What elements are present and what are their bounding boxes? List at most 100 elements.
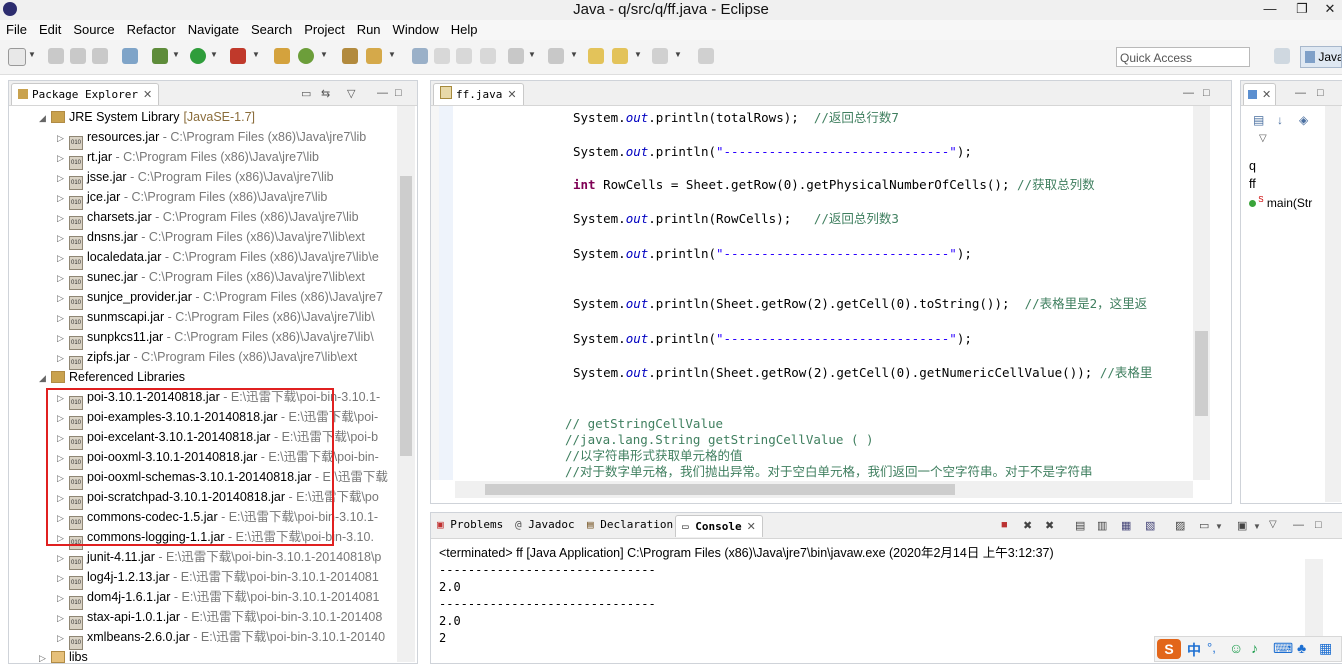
menu-file[interactable]: File — [0, 20, 33, 40]
jar-item[interactable]: ▷ 010 dnsns.jar - C:\Program Files (x86)\J… — [57, 227, 365, 250]
menu-navigate[interactable]: Navigate — [182, 20, 245, 40]
expanded-arrow-icon[interactable]: ◢ — [39, 368, 51, 388]
referenced-libraries[interactable]: ◢ Referenced Libraries — [39, 367, 185, 387]
clear-console-icon[interactable]: ▤ — [1075, 519, 1085, 532]
close-tab-icon[interactable]: ✕ — [507, 89, 516, 101]
code-line[interactable]: System.out.println("--------------------… — [573, 246, 972, 262]
new-icon[interactable] — [8, 48, 26, 66]
skin-icon[interactable]: ♣ — [1297, 640, 1306, 656]
menu-window[interactable]: Window — [387, 20, 445, 40]
java-perspective-button[interactable]: Java — [1300, 46, 1342, 68]
jar-item[interactable]: ▷ 010 sunjce_provider.jar - C:\Program Fil… — [57, 287, 383, 310]
outline-scrollbar[interactable] — [1325, 106, 1341, 502]
remove-all-launches-icon[interactable]: ✖ — [1045, 519, 1054, 532]
jar-item[interactable]: ▷ 010 charsets.jar - C:\Program Files (x86… — [57, 207, 359, 230]
tab-declaration[interactable]: ▤ Declaration — [587, 518, 673, 531]
collapsed-arrow-icon[interactable]: ▷ — [57, 568, 69, 588]
minimize-button[interactable]: — — [1256, 0, 1284, 18]
debug-icon[interactable] — [152, 48, 168, 64]
tab-problems[interactable]: ▣ Problems — [437, 518, 503, 531]
collapsed-arrow-icon[interactable]: ▷ — [57, 548, 69, 568]
close-tab-icon[interactable]: ✕ — [747, 521, 756, 533]
view-menu-icon[interactable]: ▽ — [1259, 133, 1267, 144]
tab-outline[interactable]: ✕ — [1243, 83, 1277, 105]
maximize-editor-icon[interactable]: □ — [1203, 87, 1210, 99]
link-with-editor-icon[interactable]: ⇆ — [321, 87, 330, 100]
view-menu-icon[interactable]: ▽ — [347, 87, 355, 100]
collapsed-arrow-icon[interactable]: ▷ — [57, 168, 69, 188]
back-icon[interactable] — [612, 48, 628, 64]
toggle-block-icon[interactable] — [434, 48, 450, 64]
last-edit-icon[interactable] — [588, 48, 604, 64]
minimize-view-icon[interactable]: — — [1293, 519, 1304, 531]
new-class-dropdown-icon[interactable]: ▼ — [320, 50, 328, 59]
tree-scrollbar[interactable] — [397, 106, 415, 662]
jar-item[interactable]: ▷ 010 sunpkcs11.jar - C:\Program Files (x8… — [57, 327, 374, 350]
code-line[interactable]: System.out.println(totalRows); //返回总行数7 — [573, 110, 899, 126]
terminate-icon[interactable]: ■ — [1001, 519, 1008, 531]
menu-project[interactable]: Project — [298, 20, 350, 40]
collapsed-arrow-icon[interactable]: ▷ — [57, 288, 69, 308]
editor-hscroll-thumb[interactable] — [485, 484, 955, 495]
save-all-icon[interactable] — [70, 48, 86, 64]
menu-search[interactable]: Search — [245, 20, 298, 40]
collapsed-arrow-icon[interactable]: ▷ — [57, 268, 69, 288]
ime-punctuation[interactable]: °, — [1207, 640, 1216, 655]
run-dropdown-icon[interactable]: ▼ — [210, 50, 218, 59]
run-icon[interactable] — [190, 48, 206, 64]
scroll-lock-icon[interactable]: ▥ — [1097, 519, 1107, 532]
minimize-editor-icon[interactable]: — — [1183, 87, 1194, 99]
minimize-view-icon[interactable]: — — [1295, 87, 1306, 99]
tab-package-explorer[interactable]: Package Explorer ✕ — [11, 83, 160, 105]
jar-item[interactable]: ▷ 010 sunec.jar - C:\Program Files (x86)\J… — [57, 267, 365, 290]
new-java-project-icon[interactable] — [274, 48, 290, 64]
toggle-mark-icon[interactable] — [412, 48, 428, 64]
new-class-icon[interactable] — [298, 48, 314, 64]
show-whitespace-icon[interactable] — [456, 48, 472, 64]
maximize-view-icon[interactable]: □ — [1317, 87, 1324, 99]
maximize-view-icon[interactable]: □ — [1315, 519, 1322, 531]
tree-scroll-thumb[interactable] — [400, 176, 412, 456]
editor-vscroll-thumb[interactable] — [1195, 331, 1208, 416]
menu-refactor[interactable]: Refactor — [121, 20, 182, 40]
jre-system-library[interactable]: ◢ JRE System Library [JavaSE-1.7] — [39, 107, 255, 127]
collapsed-arrow-icon[interactable]: ▷ — [57, 348, 69, 368]
close-button[interactable]: ✕ — [1316, 0, 1342, 18]
collapsed-arrow-icon[interactable]: ▷ — [57, 188, 69, 208]
collapsed-arrow-icon[interactable]: ▷ — [57, 608, 69, 628]
code-comment[interactable]: // getStringCellValue — [565, 416, 723, 432]
collapse-all-icon[interactable]: ▤ — [1253, 113, 1264, 127]
ime-language[interactable]: 中 — [1187, 640, 1201, 660]
collapsed-arrow-icon[interactable]: ▷ — [57, 228, 69, 248]
open-perspective-icon[interactable] — [1274, 48, 1290, 64]
editor-hscrollbar[interactable] — [455, 481, 1193, 498]
tab-ff-java[interactable]: ff.java ✕ — [433, 83, 524, 105]
code-line[interactable]: System.out.println("--------------------… — [573, 331, 972, 347]
save-icon[interactable] — [48, 48, 64, 64]
menu-source[interactable]: Source — [67, 20, 120, 40]
jar-item[interactable]: ▷ 010 xmlbeans-2.6.0.jar - E:\迅雷下载\poi-bin… — [57, 627, 385, 650]
collapsed-arrow-icon[interactable]: ▷ — [57, 588, 69, 608]
jar-item[interactable]: ▷ 010 zipfs.jar - C:\Program Files (x86)\J… — [57, 347, 357, 370]
microphone-icon[interactable]: ♪ — [1251, 640, 1258, 656]
menu-help[interactable]: Help — [445, 20, 484, 40]
quick-access-input[interactable]: Quick Access — [1116, 47, 1250, 67]
skip-breakpoints-icon[interactable] — [122, 48, 138, 64]
sort-icon[interactable]: ↓ — [1277, 113, 1283, 127]
outline-item-package[interactable]: q — [1249, 159, 1256, 173]
word-wrap-icon[interactable]: ▦ — [1121, 519, 1131, 532]
editor-vscrollbar[interactable] — [1193, 106, 1210, 480]
libs-folder[interactable]: ▷ libs — [39, 647, 88, 663]
display-console-dropdown-icon[interactable]: ▼ — [1215, 522, 1223, 531]
toolbox-icon[interactable]: ▦ — [1319, 640, 1332, 657]
collapsed-arrow-icon[interactable]: ▷ — [57, 628, 69, 648]
forward-icon[interactable] — [652, 48, 668, 64]
collapsed-arrow-icon[interactable]: ▷ — [57, 308, 69, 328]
code-line[interactable]: System.out.println(Sheet.getRow(2).getCe… — [573, 365, 1152, 381]
toggle-breadcrumb-icon[interactable] — [480, 48, 496, 64]
print-icon[interactable] — [92, 48, 108, 64]
code-line[interactable]: System.out.println(RowCells); //返回总列数3 — [573, 211, 899, 227]
external-tools-icon[interactable] — [230, 48, 246, 64]
menu-run[interactable]: Run — [351, 20, 387, 40]
code-line[interactable]: int RowCells = Sheet.getRow(0).getPhysic… — [573, 177, 1095, 193]
